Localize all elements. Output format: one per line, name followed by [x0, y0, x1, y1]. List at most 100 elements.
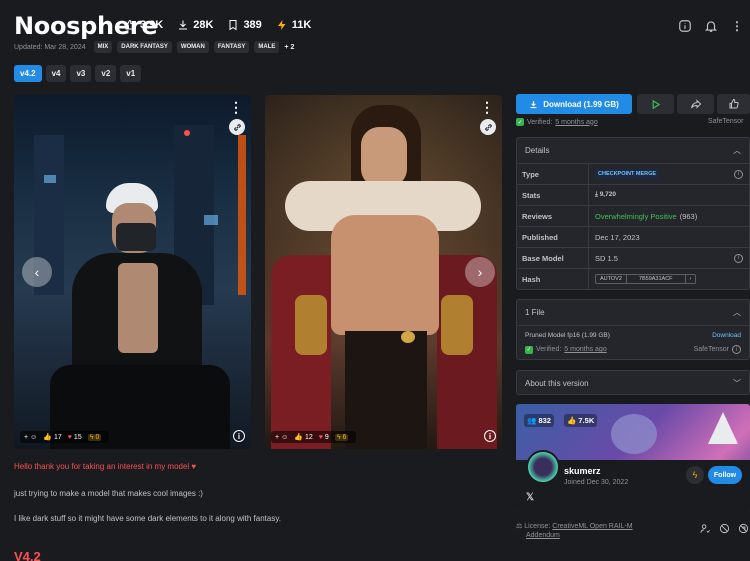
- chevron-left-icon: ‹: [34, 264, 40, 280]
- gallery-image-2[interactable]: ⋮ › + ☺ 👍 12 ♥ 9 ϟ6 i: [265, 95, 502, 449]
- likes-stat: 3.9K: [124, 19, 163, 31]
- details-header[interactable]: Details ︿: [517, 138, 749, 163]
- like-reaction[interactable]: 👍 12: [294, 433, 313, 442]
- updated-date: Updated: Mar 28, 2024: [14, 43, 86, 51]
- follow-button[interactable]: Follow: [708, 466, 742, 484]
- files-title: 1 File: [525, 308, 545, 317]
- license-link[interactable]: CreativeML Open RAIL-M: [552, 523, 632, 530]
- buzz-tip[interactable]: ϟ6: [334, 433, 349, 441]
- heart-reaction[interactable]: ♥ 9: [319, 434, 329, 441]
- info-icon[interactable]: i: [734, 169, 743, 179]
- prev-image-button[interactable]: ‹: [22, 257, 52, 287]
- version-tab[interactable]: v4.2: [14, 65, 42, 82]
- chevron-up-icon: ︿: [733, 308, 741, 317]
- add-reaction-button[interactable]: + ☺: [275, 434, 288, 441]
- verified-time-link[interactable]: 5 months ago: [564, 346, 606, 353]
- download-icon: ⤓: [595, 191, 598, 198]
- users-icon: 👥: [527, 416, 537, 425]
- files-header[interactable]: 1 File ︿: [517, 300, 749, 325]
- published-value: Dec 17, 2023: [595, 232, 640, 242]
- chevron-right-icon: ›: [477, 264, 483, 280]
- like-reaction[interactable]: 👍 17: [43, 433, 62, 442]
- model-stats: 3.9K 28K 389 11K: [124, 19, 311, 31]
- verified-time-link[interactable]: 5 months ago: [555, 119, 597, 126]
- about-panel[interactable]: About this version ﹀: [516, 370, 750, 395]
- image-info-button[interactable]: i: [484, 430, 496, 442]
- info-icon[interactable]: i: [734, 253, 743, 263]
- buzz-count: 6: [342, 433, 347, 441]
- play-icon: [652, 99, 661, 109]
- addendum-link[interactable]: Addendum: [526, 532, 560, 539]
- detail-row-hash: Hash AUTOV2 7B59A31ACF ›: [517, 268, 749, 289]
- info-button[interactable]: [676, 17, 694, 35]
- run-button[interactable]: [637, 94, 674, 114]
- heart-reaction[interactable]: ♥ 15: [68, 434, 82, 441]
- notify-button[interactable]: [702, 17, 720, 35]
- detail-row-published: Published Dec 17, 2023: [517, 226, 749, 247]
- version-tab[interactable]: v2: [95, 65, 117, 82]
- verified-row: ✓ Verified: 5 months ago: [516, 118, 598, 126]
- kebab-icon[interactable]: ⋮: [229, 99, 243, 116]
- kebab-icon[interactable]: ⋮: [480, 99, 494, 116]
- bell-plus-icon: [704, 21, 718, 32]
- download-button[interactable]: Download (1.99 GB): [516, 94, 632, 114]
- details-panel: Details ︿ Type CHECKPOINT MERGE i Stats ⤓…: [516, 137, 750, 290]
- more-tags[interactable]: + 2: [284, 44, 294, 51]
- gold-bracer: [295, 295, 327, 355]
- avatar[interactable]: [526, 450, 560, 484]
- download-icon: [179, 20, 188, 30]
- tag[interactable]: MIX: [93, 41, 113, 53]
- gallery-image-1[interactable]: ⋮ ‹ + ☺ 👍 17 ♥ 15 ϟ0 i: [14, 95, 251, 449]
- share-icon: [690, 99, 701, 109]
- share-button[interactable]: [677, 94, 714, 114]
- creator-card: 👥 832 👍 7.5K skumerz Joined Dec 30, 2022…: [516, 404, 750, 512]
- file-name: Pruned Model fp16 (1.99 GB): [525, 332, 610, 339]
- detail-key: Type: [517, 164, 589, 184]
- image-info-button[interactable]: i: [233, 430, 245, 442]
- tag[interactable]: WOMAN: [176, 41, 209, 53]
- like-button[interactable]: [717, 94, 750, 114]
- version-tab[interactable]: v3: [70, 65, 92, 82]
- reviews-link[interactable]: Overwhelmingly Positive: [595, 212, 677, 221]
- buzz-tip[interactable]: ϟ0: [87, 433, 102, 441]
- link-button[interactable]: [229, 119, 245, 135]
- hash-value: 7B59A31ACF: [627, 275, 686, 283]
- creator-likes-count: 7.5K: [578, 416, 595, 425]
- check-icon: ✓: [516, 118, 524, 126]
- file-download-link[interactable]: Download: [712, 332, 741, 339]
- about-header[interactable]: About this version ﹀: [517, 371, 749, 396]
- version-tab[interactable]: v1: [120, 65, 142, 82]
- version-tab[interactable]: v4: [45, 65, 67, 82]
- no-commercial-icon: [719, 523, 730, 534]
- info-icon[interactable]: i: [732, 345, 741, 354]
- meta-row: Updated: Mar 28, 2024 MIX DARK FANTASY W…: [14, 41, 294, 53]
- tip-button[interactable]: ϟ: [686, 466, 704, 484]
- x-social-icon[interactable]: 𝕏: [526, 492, 534, 503]
- description-line: just trying to make a model that makes c…: [14, 489, 203, 498]
- tag[interactable]: DARK FANTASY: [117, 41, 172, 53]
- info-icon: [679, 20, 691, 32]
- more-menu-button[interactable]: ⋮: [728, 17, 746, 35]
- detail-row-stats: Stats ⤓ 9,720: [517, 184, 749, 205]
- file-verified: ✓ Verified: 5 months ago: [525, 345, 607, 354]
- next-image-button[interactable]: ›: [465, 257, 495, 287]
- add-reaction-button[interactable]: + ☺: [24, 434, 37, 441]
- mask: [116, 223, 156, 251]
- bookmark-icon: [229, 20, 237, 31]
- link-button[interactable]: [480, 119, 496, 135]
- trousers: [345, 331, 427, 449]
- detail-key: Base Model: [517, 248, 589, 268]
- bolt-icon: ϟ: [336, 433, 341, 441]
- file-safetensor: SafeTensor i: [694, 345, 741, 354]
- chevron-up-icon: ︿: [733, 146, 741, 155]
- hash-box[interactable]: AUTOV2 7B59A31ACF ›: [595, 274, 697, 284]
- detail-row-type: Type CHECKPOINT MERGE i: [517, 163, 749, 184]
- creator-name[interactable]: skumerz: [564, 466, 601, 476]
- uploads-count: 832: [538, 416, 551, 425]
- detail-key: Reviews: [517, 206, 589, 226]
- detail-key: Hash: [517, 269, 589, 289]
- tag[interactable]: FANTASY: [213, 41, 250, 53]
- license-row: ⚖ License: CreativeML Open RAIL-M Addend…: [516, 522, 666, 540]
- tag[interactable]: MALE: [254, 41, 280, 53]
- detail-row-reviews: Reviews Overwhelmingly Positive (963): [517, 205, 749, 226]
